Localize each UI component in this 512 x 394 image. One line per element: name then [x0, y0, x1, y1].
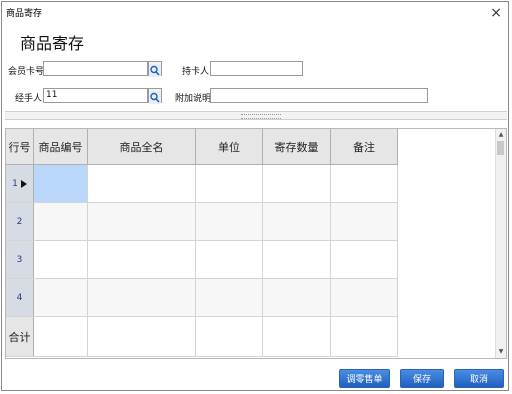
total-row: 合计: [6, 317, 398, 357]
scroll-up-icon[interactable]: ▲: [496, 130, 506, 140]
cell-unit[interactable]: [196, 203, 263, 240]
current-row-indicator-icon: [20, 179, 27, 188]
splitter-grip: [241, 114, 281, 119]
grid-vertical-scrollbar[interactable]: ▲ ▼: [495, 129, 506, 358]
cell-qty[interactable]: [263, 279, 331, 316]
grid-header: 行号 商品编号 商品全名 单位 寄存数量 备注: [6, 129, 398, 165]
cell-fullname[interactable]: [88, 241, 196, 278]
col-header-code[interactable]: 商品编号: [34, 129, 88, 165]
row-number[interactable]: 1: [6, 165, 34, 202]
window-title: 商品寄存: [6, 9, 43, 19]
table-row[interactable]: 1: [6, 165, 398, 203]
cell-remark[interactable]: [331, 279, 398, 316]
scroll-thumb[interactable]: [497, 141, 504, 155]
col-header-line[interactable]: 行号: [6, 129, 34, 165]
cell-code[interactable]: [34, 203, 88, 240]
total-label: 合计: [6, 317, 34, 356]
row-number-text: 1: [12, 178, 18, 189]
col-header-fullname[interactable]: 商品全名: [88, 129, 196, 165]
cell-remark[interactable]: [331, 241, 398, 278]
cell-code[interactable]: [34, 241, 88, 278]
total-cell-unit: [196, 317, 263, 356]
total-cell-code: [34, 317, 88, 356]
total-cell-fullname: [88, 317, 196, 356]
page-title: 商品寄存: [20, 34, 85, 53]
table-row[interactable]: 2: [6, 203, 398, 241]
save-button[interactable]: 保存: [400, 369, 444, 388]
cell-fullname[interactable]: [88, 279, 196, 316]
col-header-qty[interactable]: 寄存数量: [263, 129, 331, 165]
cell-qty[interactable]: [263, 241, 331, 278]
total-cell-remark: [331, 317, 398, 356]
row-number[interactable]: 4: [6, 279, 34, 316]
cell-remark[interactable]: [331, 203, 398, 240]
panel-splitter[interactable]: [5, 111, 507, 120]
tuning-button[interactable]: 调零售单: [339, 369, 390, 388]
handler-lookup-button[interactable]: [148, 88, 162, 104]
search-icon: [149, 64, 161, 77]
cell-fullname[interactable]: [88, 203, 196, 240]
col-header-remark[interactable]: 备注: [331, 129, 398, 165]
holder-label: 持卡人: [182, 67, 210, 77]
close-icon[interactable]: ×: [490, 4, 502, 22]
cell-code-selected[interactable]: [34, 165, 88, 202]
handler-input[interactable]: 11: [43, 88, 148, 103]
cell-qty[interactable]: [263, 165, 331, 202]
scroll-down-icon[interactable]: ▼: [496, 347, 506, 357]
cell-unit[interactable]: [196, 241, 263, 278]
handler-label: 经手人: [15, 94, 43, 104]
col-header-unit[interactable]: 单位: [196, 129, 263, 165]
row-number[interactable]: 2: [6, 203, 34, 240]
note-input[interactable]: [210, 88, 428, 103]
cell-unit[interactable]: [196, 165, 263, 202]
deposit-grid: 行号 商品编号 商品全名 单位 寄存数量 备注 1 2 3 4 合计 ▲ ▼: [5, 128, 507, 359]
cell-unit[interactable]: [196, 279, 263, 316]
table-row[interactable]: 3: [6, 241, 398, 279]
cell-remark[interactable]: [331, 165, 398, 202]
title-bar: 商品寄存 ×: [2, 2, 508, 26]
member-card-input[interactable]: [43, 61, 148, 76]
cell-code[interactable]: [34, 279, 88, 316]
search-icon: [149, 91, 161, 104]
cell-qty[interactable]: [263, 203, 331, 240]
cancel-button[interactable]: 取消: [454, 369, 504, 388]
note-label: 附加说明: [175, 94, 212, 104]
holder-input[interactable]: [210, 61, 303, 76]
deposit-dialog: 商品寄存 × 商品寄存 会员卡号 持卡人 经手人 11 附加说明 行号 商品编号…: [1, 1, 509, 391]
member-card-label: 会员卡号: [8, 67, 45, 77]
row-number[interactable]: 3: [6, 241, 34, 278]
cell-fullname[interactable]: [88, 165, 196, 202]
total-cell-qty: [263, 317, 331, 356]
member-card-lookup-button[interactable]: [148, 61, 162, 77]
table-row[interactable]: 4: [6, 279, 398, 317]
